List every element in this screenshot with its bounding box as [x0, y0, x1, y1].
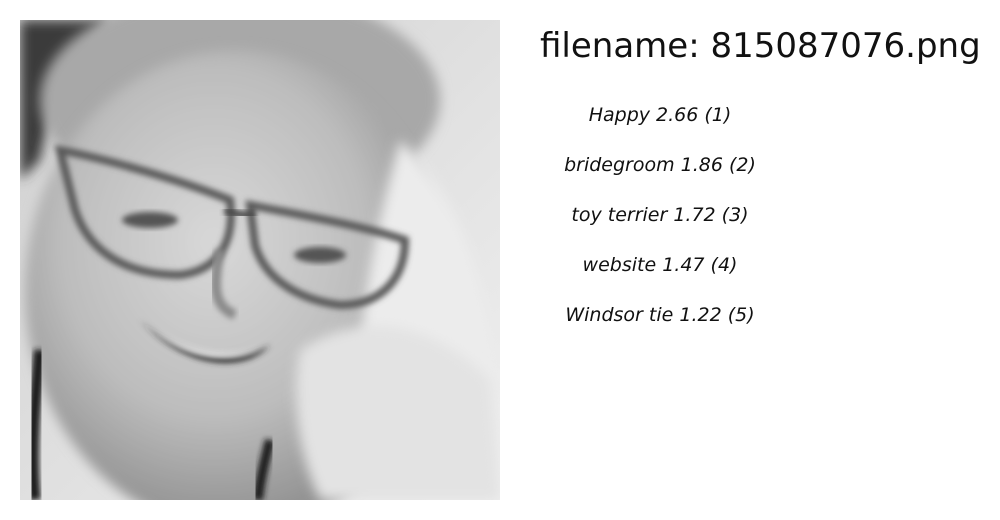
prediction-item-4: website 1.47 (4): [582, 254, 738, 276]
prediction-item-5: Windsor tie 1.22 (5): [565, 304, 755, 326]
portrait-image: [20, 20, 500, 500]
filename-title: filename: 815087076.png: [540, 26, 981, 66]
prediction-list: Happy 2.66 (1) bridegroom 1.86 (2) toy t…: [540, 100, 780, 350]
prediction-item-1: Happy 2.66 (1): [588, 104, 732, 126]
prediction-item-2: bridegroom 1.86 (2): [564, 154, 756, 176]
portrait-photo: [20, 20, 500, 500]
prediction-item-3: toy terrier 1.72 (3): [571, 204, 749, 226]
